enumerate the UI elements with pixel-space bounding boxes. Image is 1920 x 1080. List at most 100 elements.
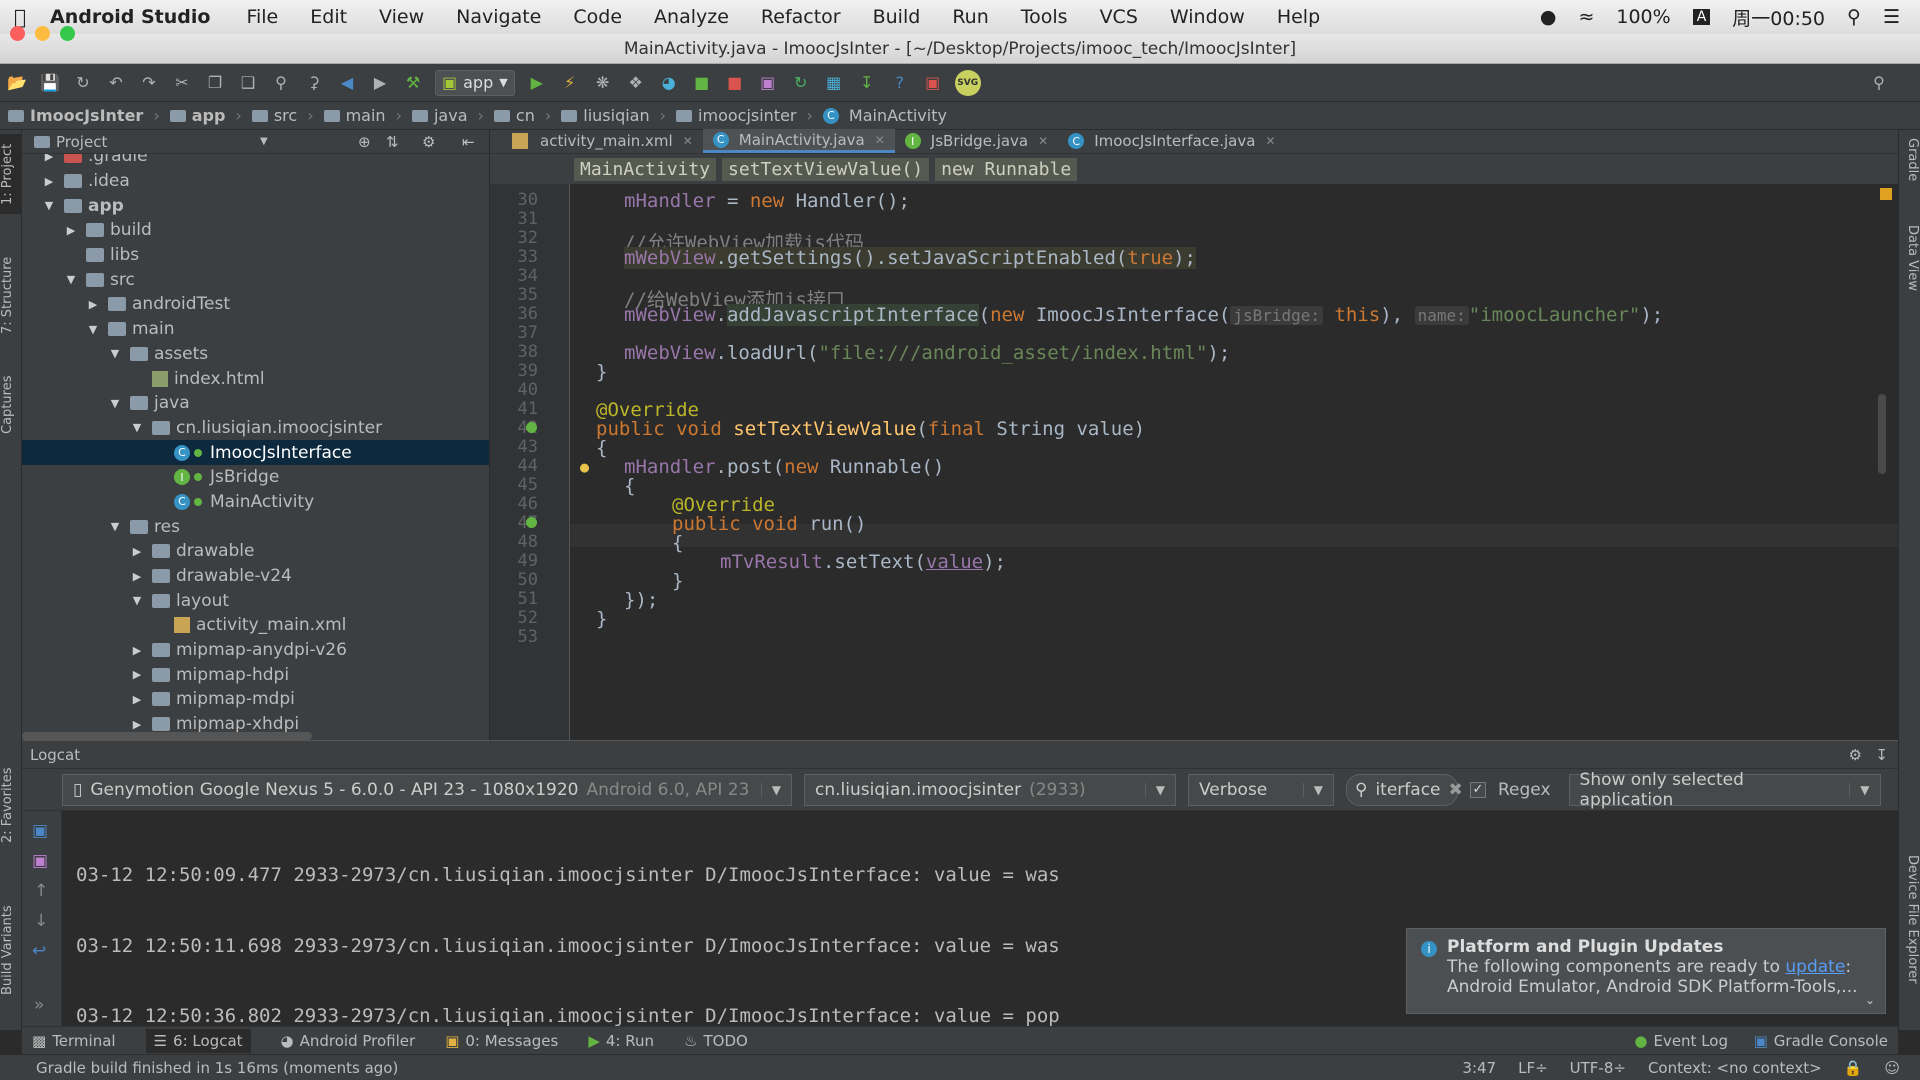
process-select[interactable]: cn.liusiqian.imoocjsinter (2933) ▼ <box>804 773 1176 806</box>
terminal-tab[interactable]: ▩ Terminal <box>32 1032 116 1050</box>
chevron-down-icon[interactable]: ▼ <box>42 199 56 212</box>
menu-window[interactable]: Window <box>1170 6 1245 28</box>
tree-item[interactable]: ▶ .idea <box>22 169 489 194</box>
stop-icon[interactable]: ■ <box>724 72 746 94</box>
menu-run[interactable]: Run <box>952 6 988 28</box>
menu-navigate[interactable]: Navigate <box>456 6 541 28</box>
minimize-window-button[interactable] <box>35 26 50 41</box>
run-tab[interactable]: ▶ 4: Run <box>588 1032 654 1050</box>
project-view-select[interactable]: Project <box>56 133 107 151</box>
close-tab-icon[interactable]: ✕ <box>875 133 885 147</box>
tab-imoocjsinterface-java[interactable]: C ImoocJsInterface.java ✕ <box>1058 129 1285 153</box>
search-everywhere-icon[interactable]: ⚲ <box>1868 72 1890 94</box>
menu-vcs[interactable]: VCS <box>1100 6 1138 28</box>
chevron-right-icon[interactable]: ▶ <box>130 668 144 681</box>
back-icon[interactable]: ◀ <box>336 72 358 94</box>
data-view-tool-tab[interactable]: Data View <box>1898 225 1920 315</box>
breadcrumb-class[interactable]: MainActivity <box>574 157 717 181</box>
log-level-select[interactable]: Verbose ▼ <box>1188 773 1334 806</box>
filter-config-select[interactable]: Show only selected application ▼ <box>1568 770 1881 810</box>
open-folder-icon[interactable]: 📂 <box>6 72 28 94</box>
android-profiler-tab[interactable]: ◕ Android Profiler <box>281 1032 416 1050</box>
device-select[interactable]: ▯ Genymotion Google Nexus 5 - 6.0.0 - AP… <box>62 773 792 806</box>
menu-analyze[interactable]: Analyze <box>654 6 729 28</box>
chevron-right-icon[interactable]: ▶ <box>130 644 144 657</box>
tab-jsbridge-java[interactable]: I JsBridge.java ✕ <box>895 129 1058 153</box>
run-config-select[interactable]: ▣ app ▼ <box>435 69 515 96</box>
override-gutter-icon[interactable] <box>526 517 537 528</box>
screenshot-icon[interactable]: ▣ <box>32 851 48 871</box>
make-project-icon[interactable]: ⚒ <box>402 72 424 94</box>
wifi-icon[interactable]: ≈ <box>1578 6 1594 28</box>
build-variants-tool-tab[interactable]: Build Variants <box>0 890 22 1010</box>
chevron-down-icon[interactable]: ▼ <box>86 323 100 336</box>
chevron-right-icon[interactable]: ▶ <box>86 298 100 311</box>
device-file-explorer-tab[interactable]: Device File Explorer <box>1898 855 1920 1025</box>
undo-icon[interactable]: ↶ <box>105 72 127 94</box>
hector-icon[interactable]: ☺ <box>1884 1059 1900 1077</box>
chevron-down-icon[interactable]: ▼ <box>130 594 144 607</box>
replace-icon[interactable]: ⚳ <box>303 72 325 94</box>
chevron-down-icon[interactable]: ▼ <box>130 421 144 434</box>
tree-item[interactable]: ▼ layout <box>22 588 489 613</box>
expand-chevron-icon[interactable]: ⌄ <box>1865 993 1875 1007</box>
tree-item[interactable]: C ImoocJsInterface <box>22 440 489 465</box>
tree-item[interactable]: ▼ src <box>22 267 489 292</box>
tree-item[interactable]: ▼ assets <box>22 342 489 367</box>
context-label[interactable]: Context: <no context> <box>1648 1059 1822 1077</box>
logcat-tab[interactable]: ☰ 6: Logcat <box>145 1028 251 1053</box>
tree-item[interactable]: ▼ res <box>22 514 489 539</box>
project-structure-icon[interactable]: ▦ <box>823 72 845 94</box>
profile-icon[interactable]: ◕ <box>658 72 680 94</box>
settings-gear-icon[interactable]: ⚙ <box>1849 746 1862 764</box>
lock-icon[interactable]: 🔒 <box>1844 1059 1863 1077</box>
menu-edit[interactable]: Edit <box>310 6 347 28</box>
line-separator[interactable]: LF÷ <box>1518 1059 1548 1077</box>
tree-scrollbar[interactable] <box>22 732 312 740</box>
captures-tool-tab[interactable]: Captures <box>0 365 22 445</box>
menu-build[interactable]: Build <box>873 6 921 28</box>
gradle-sync-icon[interactable]: ↻ <box>790 72 812 94</box>
clear-logcat-icon[interactable]: ▣ <box>32 821 48 841</box>
tree-item[interactable]: ▶ .gradle <box>22 154 489 169</box>
menu-list-icon[interactable]: ☰ <box>1883 6 1900 28</box>
chevron-right-icon[interactable]: ▶ <box>42 175 56 188</box>
save-all-icon[interactable]: 💾 <box>39 72 61 94</box>
nav-crumb-mainactivity[interactable]: C MainActivity <box>822 106 947 125</box>
chevron-down-icon[interactable]: ▼ <box>64 273 78 286</box>
nav-crumb-src[interactable]: src <box>251 106 297 125</box>
clear-search-icon[interactable]: ✖ <box>1449 780 1463 800</box>
close-tab-icon[interactable]: ✕ <box>1265 134 1275 148</box>
chevron-right-icon[interactable]: ▶ <box>130 570 144 583</box>
hide-panel-icon[interactable]: ↧ <box>1875 746 1888 764</box>
nav-crumb-imoocjsinter[interactable]: imoocjsinter <box>676 106 797 125</box>
help-icon[interactable]: ? <box>889 72 911 94</box>
svg-plugin-icon[interactable]: SVG <box>954 69 981 96</box>
chevron-right-icon[interactable]: ▶ <box>130 718 144 731</box>
copy-icon[interactable]: ❐ <box>204 72 226 94</box>
sdk-manager-icon[interactable]: ↧ <box>856 72 878 94</box>
gradle-tool-tab[interactable]: Gradle <box>1898 138 1920 198</box>
breadcrumb-method[interactable]: setTextViewValue() <box>722 157 930 181</box>
run-icon[interactable]: ▶ <box>526 72 548 94</box>
input-method-icon[interactable]: A <box>1692 9 1711 25</box>
chevron-down-icon[interactable]: ▼ <box>108 397 122 410</box>
down-arrow-icon[interactable]: ↓ <box>34 911 48 931</box>
chevron-right-icon[interactable]: ▶ <box>42 154 56 163</box>
tree-item[interactable]: C MainActivity <box>22 490 489 515</box>
nav-crumb-java[interactable]: java <box>411 106 468 125</box>
tree-item[interactable]: ▶ build <box>22 218 489 243</box>
forward-icon[interactable]: ▶ <box>369 72 391 94</box>
app-menu[interactable]: Android Studio <box>50 6 210 28</box>
tree-item[interactable]: ▶ androidTest <box>22 292 489 317</box>
warning-marker-icon[interactable] <box>1880 188 1892 200</box>
redo-icon[interactable]: ↷ <box>138 72 160 94</box>
breadcrumb-runnable[interactable]: new Runnable <box>935 157 1078 181</box>
override-gutter-icon[interactable] <box>526 422 537 433</box>
tree-item[interactable]: ▼ cn.liusiqian.imoocjsinter <box>22 416 489 441</box>
tree-item[interactable]: ▼ main <box>22 317 489 342</box>
up-arrow-icon[interactable]: ↑ <box>34 881 48 901</box>
nav-crumb-liusiqian[interactable]: liusiqian <box>561 106 650 125</box>
menu-code[interactable]: Code <box>573 6 622 28</box>
attach-debugger-icon[interactable]: ■ <box>691 72 713 94</box>
